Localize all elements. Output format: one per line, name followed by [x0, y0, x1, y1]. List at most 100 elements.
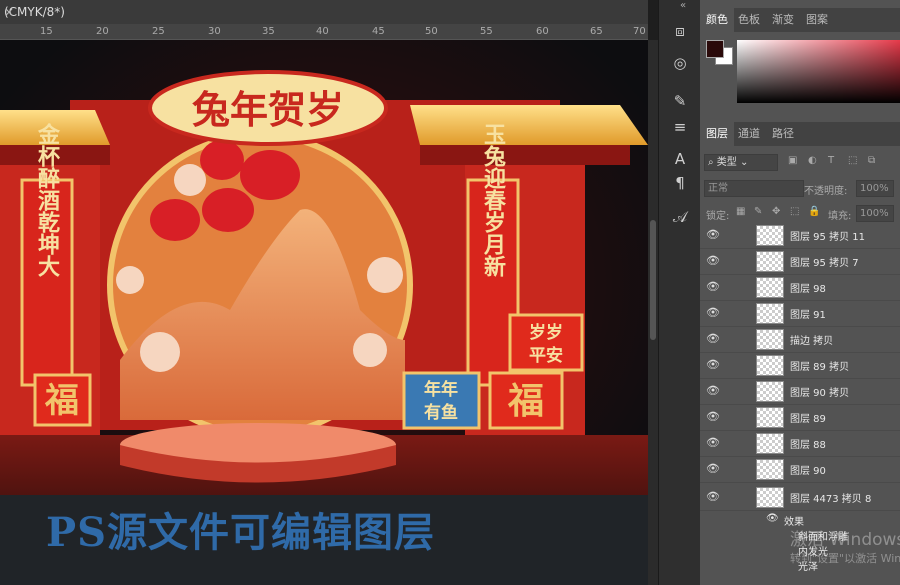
- layer-name: 图层 89 拷贝: [790, 362, 850, 373]
- opacity-field[interactable]: 100%: [856, 180, 894, 197]
- layer-row[interactable]: 👁 图层 95 拷贝 7: [700, 248, 900, 275]
- visibility-eye-icon[interactable]: 👁: [706, 228, 720, 241]
- layer-name: 图层 95 拷贝 11: [790, 232, 865, 243]
- color-spectrum[interactable]: [737, 40, 900, 103]
- tab-close-icon[interactable]: ×: [4, 5, 14, 19]
- layer-thumbnail: [756, 381, 784, 402]
- color-panel-tabs: 颜色 色板 渐变 图案: [700, 8, 900, 32]
- layer-row[interactable]: 👁 图层 98: [700, 274, 900, 301]
- libraries-icon[interactable]: ◎: [669, 52, 691, 74]
- tab-color[interactable]: 颜色: [700, 8, 734, 32]
- visibility-eye-icon[interactable]: 👁: [706, 410, 720, 423]
- visibility-eye-icon[interactable]: 👁: [706, 358, 720, 371]
- layer-thumbnail: [756, 277, 784, 298]
- fu-right-text: 福: [507, 380, 544, 422]
- layer-name: 图层 90 拷贝: [790, 388, 850, 399]
- layer-row[interactable]: 👁 图层 91: [700, 300, 900, 327]
- history-icon[interactable]: ⧈: [669, 20, 691, 42]
- adjustments-icon[interactable]: ≡: [669, 116, 691, 138]
- pixel-filter-icon[interactable]: ▣: [788, 155, 797, 166]
- brush-icon[interactable]: ✎: [669, 90, 691, 112]
- lock-label: 锁定:: [706, 211, 730, 222]
- layer-name: 描边 拷贝: [790, 336, 834, 347]
- ruler-tick: 20: [96, 26, 109, 37]
- layer-row[interactable]: 👁 图层 88: [700, 430, 900, 457]
- fill-field[interactable]: 100%: [856, 205, 894, 222]
- paragraph-icon[interactable]: ¶: [669, 172, 691, 194]
- ruler-tick: 50: [425, 26, 438, 37]
- activation-watermark: 激活 Windows: [790, 530, 900, 550]
- character-icon[interactable]: A: [669, 148, 691, 170]
- layer-thumbnail: [756, 487, 784, 508]
- adjustment-filter-icon[interactable]: ◐: [808, 155, 817, 166]
- visibility-eye-icon[interactable]: 👁: [706, 384, 720, 397]
- layer-name: 图层 91: [790, 310, 826, 321]
- fill-label: 填充:: [828, 211, 852, 222]
- layer-thumbnail: [756, 225, 784, 246]
- ruler-tick: 40: [316, 26, 329, 37]
- lock-transparent-icon[interactable]: ▦: [736, 206, 745, 217]
- blend-mode-select[interactable]: 正常: [704, 180, 804, 197]
- ruler-tick: 55: [480, 26, 493, 37]
- ruler-tick: 25: [152, 26, 165, 37]
- lock-all-icon[interactable]: 🔒: [808, 206, 820, 217]
- tab-patterns[interactable]: 图案: [800, 8, 834, 32]
- visibility-eye-icon[interactable]: 👁: [706, 254, 720, 267]
- layer-name: 图层 4473 拷贝 8: [790, 494, 872, 505]
- canvas-scrollbar[interactable]: [648, 40, 658, 585]
- filter-label: 类型: [716, 157, 737, 168]
- layer-thumbnail: [756, 303, 784, 324]
- lock-position-icon[interactable]: ✥: [772, 206, 780, 217]
- collapse-panels-icon[interactable]: «: [680, 0, 686, 11]
- layer-row[interactable]: 👁 图层 89 拷贝: [700, 352, 900, 379]
- layer-name: 图层 88: [790, 440, 826, 451]
- effects-eye-icon[interactable]: 👁: [766, 513, 779, 524]
- tab-layers[interactable]: 图层: [700, 122, 734, 146]
- tab-paths[interactable]: 路径: [766, 122, 800, 146]
- right-couplet-text: 玉兔迎春岁月新: [480, 123, 507, 277]
- chevron-down-icon: ⌄: [739, 157, 749, 168]
- layer-row[interactable]: 👁 图层 90: [700, 456, 900, 483]
- ruler-tick: 65: [590, 26, 603, 37]
- visibility-eye-icon[interactable]: 👁: [706, 462, 720, 475]
- activation-watermark-subtitle: 转到"设置"以激活 Windows。: [790, 552, 900, 565]
- visibility-eye-icon[interactable]: 👁: [706, 436, 720, 449]
- layer-row[interactable]: 👁 图层 90 拷贝: [700, 378, 900, 405]
- layer-row[interactable]: 👁 图层 89: [700, 404, 900, 431]
- layer-thumbnail: [756, 251, 784, 272]
- layer-name: 图层 98: [790, 284, 826, 295]
- visibility-eye-icon[interactable]: 👁: [706, 332, 720, 345]
- visibility-eye-icon[interactable]: 👁: [706, 280, 720, 293]
- shape-filter-icon[interactable]: ⬚: [848, 155, 857, 166]
- document-tab-bar: (CMYK/8*) ×: [0, 0, 648, 24]
- left-couplet-text: 金杯醉酒乾坤大: [34, 122, 61, 278]
- glyphs-icon[interactable]: 𝒜: [669, 206, 691, 228]
- smart-object-filter-icon[interactable]: ⧉: [868, 155, 875, 166]
- layer-row[interactable]: 👁 描边 拷贝: [700, 326, 900, 353]
- lock-artboard-icon[interactable]: ⬚: [790, 206, 799, 217]
- opacity-label: 不透明度:: [804, 186, 848, 197]
- layer-name: 图层 95 拷贝 7: [790, 258, 859, 269]
- visibility-eye-icon[interactable]: 👁: [706, 490, 720, 503]
- layer-row[interactable]: 👁 图层 4473 拷贝 8: [700, 484, 900, 511]
- foreground-color-swatch[interactable]: [706, 40, 724, 58]
- visibility-eye-icon[interactable]: 👁: [706, 306, 720, 319]
- tab-swatches[interactable]: 色板: [732, 8, 766, 32]
- layer-filter-select[interactable]: ⌕ 类型 ⌄: [704, 154, 778, 171]
- scrollbar-thumb[interactable]: [650, 220, 656, 340]
- layer-row[interactable]: 👁 图层 95 拷贝 11: [700, 222, 900, 249]
- layer-thumbnail: [756, 329, 784, 350]
- ruler-tick: 30: [208, 26, 221, 37]
- tab-channels[interactable]: 通道: [732, 122, 766, 146]
- tab-gradients[interactable]: 渐变: [766, 8, 800, 32]
- horizontal-ruler: 15 20 25 30 35 40 45 50 55 60 65 70: [0, 24, 648, 40]
- sign-red-line1: 岁岁: [529, 322, 563, 343]
- layers-panel-tabs: 图层 通道 路径: [700, 122, 900, 146]
- layer-name: 图层 89: [790, 414, 826, 425]
- layer-thumbnail: [756, 407, 784, 428]
- lock-image-icon[interactable]: ✎: [754, 206, 762, 217]
- search-icon: ⌕: [708, 157, 714, 168]
- layer-thumbnail: [756, 355, 784, 376]
- type-filter-icon[interactable]: T: [828, 155, 834, 166]
- fu-left-text: 福: [44, 381, 79, 421]
